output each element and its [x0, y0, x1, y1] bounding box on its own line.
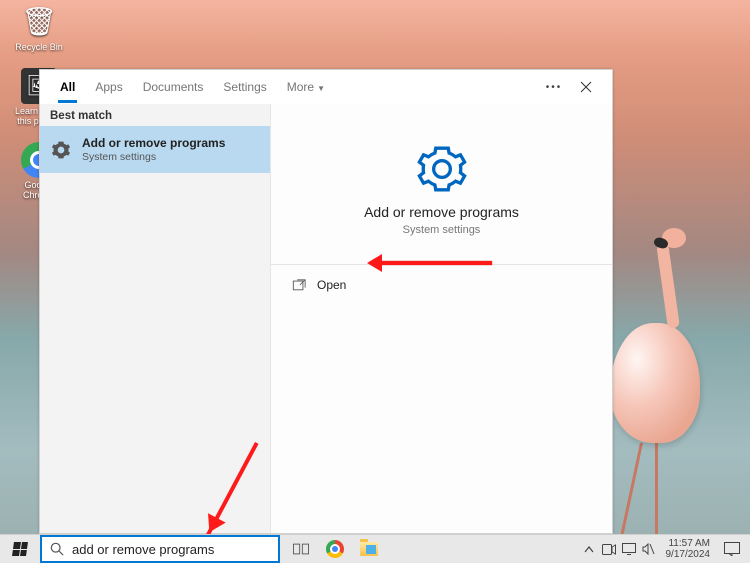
recycle-bin-icon: 🗑	[21, 4, 57, 40]
search-results-pane: Best match Add or remove programs System…	[40, 104, 270, 533]
detail-header: Add or remove programs System settings	[271, 104, 612, 265]
action-center-button[interactable]	[718, 542, 746, 556]
tray-network[interactable]	[620, 535, 638, 563]
speaker-icon	[642, 543, 655, 555]
gear-icon	[50, 139, 72, 161]
desktop: 🗑 Recycle Bin 🖼 Learn about this picture…	[0, 0, 750, 563]
gear-icon	[417, 144, 467, 194]
chevron-up-icon	[584, 546, 594, 553]
chrome-icon	[326, 540, 344, 558]
action-open-label: Open	[317, 278, 346, 292]
monitor-icon	[622, 543, 636, 555]
taskbar-search-box[interactable]	[40, 535, 280, 563]
tray-meet-now[interactable]	[600, 535, 618, 563]
folder-icon	[360, 542, 378, 556]
search-detail-pane: Add or remove programs System settings O…	[270, 104, 612, 533]
tab-more-label: More	[287, 80, 314, 94]
tray-volume[interactable]	[640, 535, 658, 563]
close-icon	[580, 81, 592, 93]
detail-subtitle: System settings	[281, 224, 602, 236]
result-text: Add or remove programs System settings	[82, 136, 225, 163]
task-view-icon	[293, 543, 309, 555]
taskbar-clock[interactable]: 11:57 AM 9/17/2024	[660, 538, 717, 560]
clock-date: 9/17/2024	[666, 549, 711, 560]
wallpaper-flamingo	[610, 323, 700, 443]
result-subtitle: System settings	[82, 151, 225, 163]
tray-chevron-up[interactable]	[580, 535, 598, 563]
camera-icon	[602, 544, 616, 555]
taskbar-app-explorer[interactable]	[354, 535, 384, 563]
desktop-icon-recycle-bin[interactable]: 🗑 Recycle Bin	[10, 4, 68, 52]
task-view-button[interactable]	[286, 535, 316, 563]
taskbar-pinned	[280, 535, 390, 563]
taskbar-app-chrome[interactable]	[320, 535, 350, 563]
result-item-add-remove-programs[interactable]: Add or remove programs System settings	[40, 126, 270, 173]
desktop-icon-label: Recycle Bin	[10, 42, 68, 52]
taskbar: 11:57 AM 9/17/2024	[0, 534, 750, 563]
tab-more[interactable]: More▼	[277, 72, 335, 102]
open-icon	[291, 277, 307, 293]
search-input[interactable]	[72, 542, 270, 557]
close-button[interactable]	[570, 71, 602, 103]
system-tray: 11:57 AM 9/17/2024	[576, 535, 750, 563]
action-open[interactable]: Open	[271, 265, 612, 305]
notification-icon	[724, 542, 740, 556]
tab-settings[interactable]: Settings	[213, 72, 276, 102]
windows-icon	[12, 542, 28, 556]
tab-documents[interactable]: Documents	[133, 72, 214, 102]
start-search-popup: All Apps Documents Settings More▼ ••• Be…	[39, 69, 613, 534]
result-title: Add or remove programs	[82, 136, 225, 150]
detail-title: Add or remove programs	[281, 204, 602, 220]
search-tabs: All Apps Documents Settings More▼ •••	[40, 70, 612, 104]
best-match-label: Best match	[40, 104, 270, 126]
tab-apps[interactable]: Apps	[85, 72, 132, 102]
search-icon	[50, 542, 64, 556]
chevron-down-icon: ▼	[317, 84, 325, 93]
clock-time: 11:57 AM	[666, 538, 711, 549]
annotation-arrow	[372, 261, 492, 265]
start-button[interactable]	[0, 535, 40, 563]
tab-all[interactable]: All	[50, 72, 85, 102]
options-button[interactable]: •••	[538, 71, 570, 103]
